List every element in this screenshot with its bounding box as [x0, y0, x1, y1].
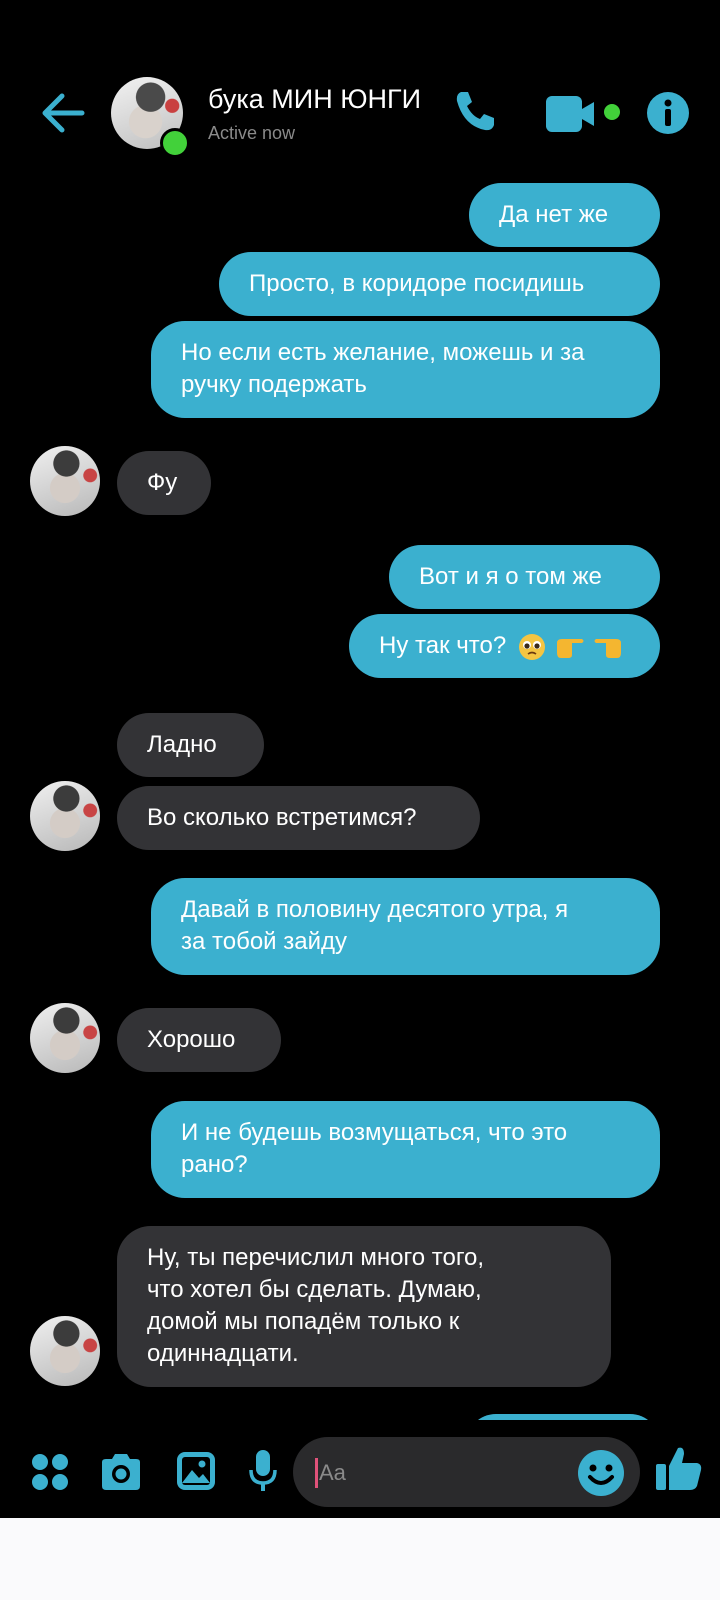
message-bubble-incoming[interactable]: Во сколько встретимся?: [117, 786, 480, 850]
message-text-line: ручку подержать: [181, 371, 367, 398]
video-camera-icon[interactable]: [544, 94, 624, 134]
message-text: Вот и я о том же: [419, 563, 602, 590]
contact-avatar[interactable]: [30, 1003, 100, 1073]
message-composer: [0, 1420, 720, 1520]
message-text-line: Ну, ты перечислил много того,: [147, 1244, 485, 1271]
emoji-icon[interactable]: [577, 1449, 625, 1497]
contact-avatar[interactable]: [30, 781, 100, 851]
back-arrow-icon[interactable]: [38, 88, 88, 138]
message-text: Фу: [147, 469, 178, 496]
message-text-line: за тобой зайду: [181, 928, 348, 955]
like-icon[interactable]: [654, 1444, 704, 1494]
message-text-line: одиннадцати.: [147, 1340, 299, 1367]
message-text-line: что хотел бы сделать. Думаю,: [147, 1276, 482, 1303]
system-navigation-area: [0, 1518, 720, 1600]
gallery-icon[interactable]: [175, 1450, 217, 1492]
message-bubble-incoming[interactable]: Фу: [117, 451, 211, 515]
message-bubble-outgoing[interactable]: И не будешь возмущаться, что это рано?: [151, 1101, 660, 1198]
message-text-line: домой мы попадём только к: [147, 1308, 460, 1335]
message-text: Просто, в коридоре посидишь: [249, 270, 585, 297]
message-input-field[interactable]: [293, 1437, 640, 1507]
message-text: Во сколько встретимся?: [147, 804, 417, 831]
pointing-left-emoji-icon: [594, 638, 622, 658]
chat-header: бука МИН ЮНГИ Active now: [0, 0, 720, 170]
pleading-face-emoji-icon: [518, 633, 545, 660]
message-text: Да нет же: [499, 201, 609, 228]
message-text-line: Но если есть желание, можешь и за: [181, 339, 585, 366]
message-bubble-incoming[interactable]: Хорошо: [117, 1008, 281, 1072]
message-bubble-incoming[interactable]: Ладно: [117, 713, 264, 777]
online-indicator: [160, 128, 190, 158]
more-apps-icon[interactable]: [30, 1452, 70, 1492]
message-bubble-outgoing[interactable]: Просто, в коридоре посидишь: [219, 252, 660, 316]
contact-name[interactable]: бука МИН ЮНГИ: [208, 84, 421, 115]
message-bubble-outgoing[interactable]: Да нет же: [469, 183, 660, 247]
microphone-icon[interactable]: [248, 1448, 278, 1494]
message-text-line: рано?: [181, 1151, 248, 1178]
contact-avatar[interactable]: [30, 1316, 100, 1386]
message-bubble-outgoing[interactable]: Но если есть желание, можешь и за ручку …: [151, 321, 660, 418]
contact-avatar[interactable]: [30, 446, 100, 516]
message-text: Ну так что?: [379, 632, 507, 659]
info-icon[interactable]: [646, 91, 690, 135]
message-text: Ладно: [147, 731, 217, 758]
message-bubble-outgoing[interactable]: Давай в половину десятого утра, я за тоб…: [151, 878, 660, 975]
message-input[interactable]: [317, 1453, 561, 1493]
phone-icon[interactable]: [452, 88, 498, 134]
message-text-line: И не будешь возмущаться, что это: [181, 1119, 568, 1146]
message-bubble-outgoing[interactable]: Вот и я о том же: [389, 545, 660, 609]
message-text: Хорошо: [147, 1026, 236, 1053]
message-bubble-outgoing[interactable]: Ну так что?: [349, 614, 660, 678]
message-bubble-incoming[interactable]: Ну, ты перечислил много того, что хотел …: [117, 1226, 611, 1387]
camera-icon[interactable]: [98, 1452, 144, 1492]
contact-status: Active now: [208, 123, 296, 143]
message-text-line: Давай в половину десятого утра, я: [181, 896, 569, 923]
pointing-right-emoji-icon: [556, 638, 584, 658]
